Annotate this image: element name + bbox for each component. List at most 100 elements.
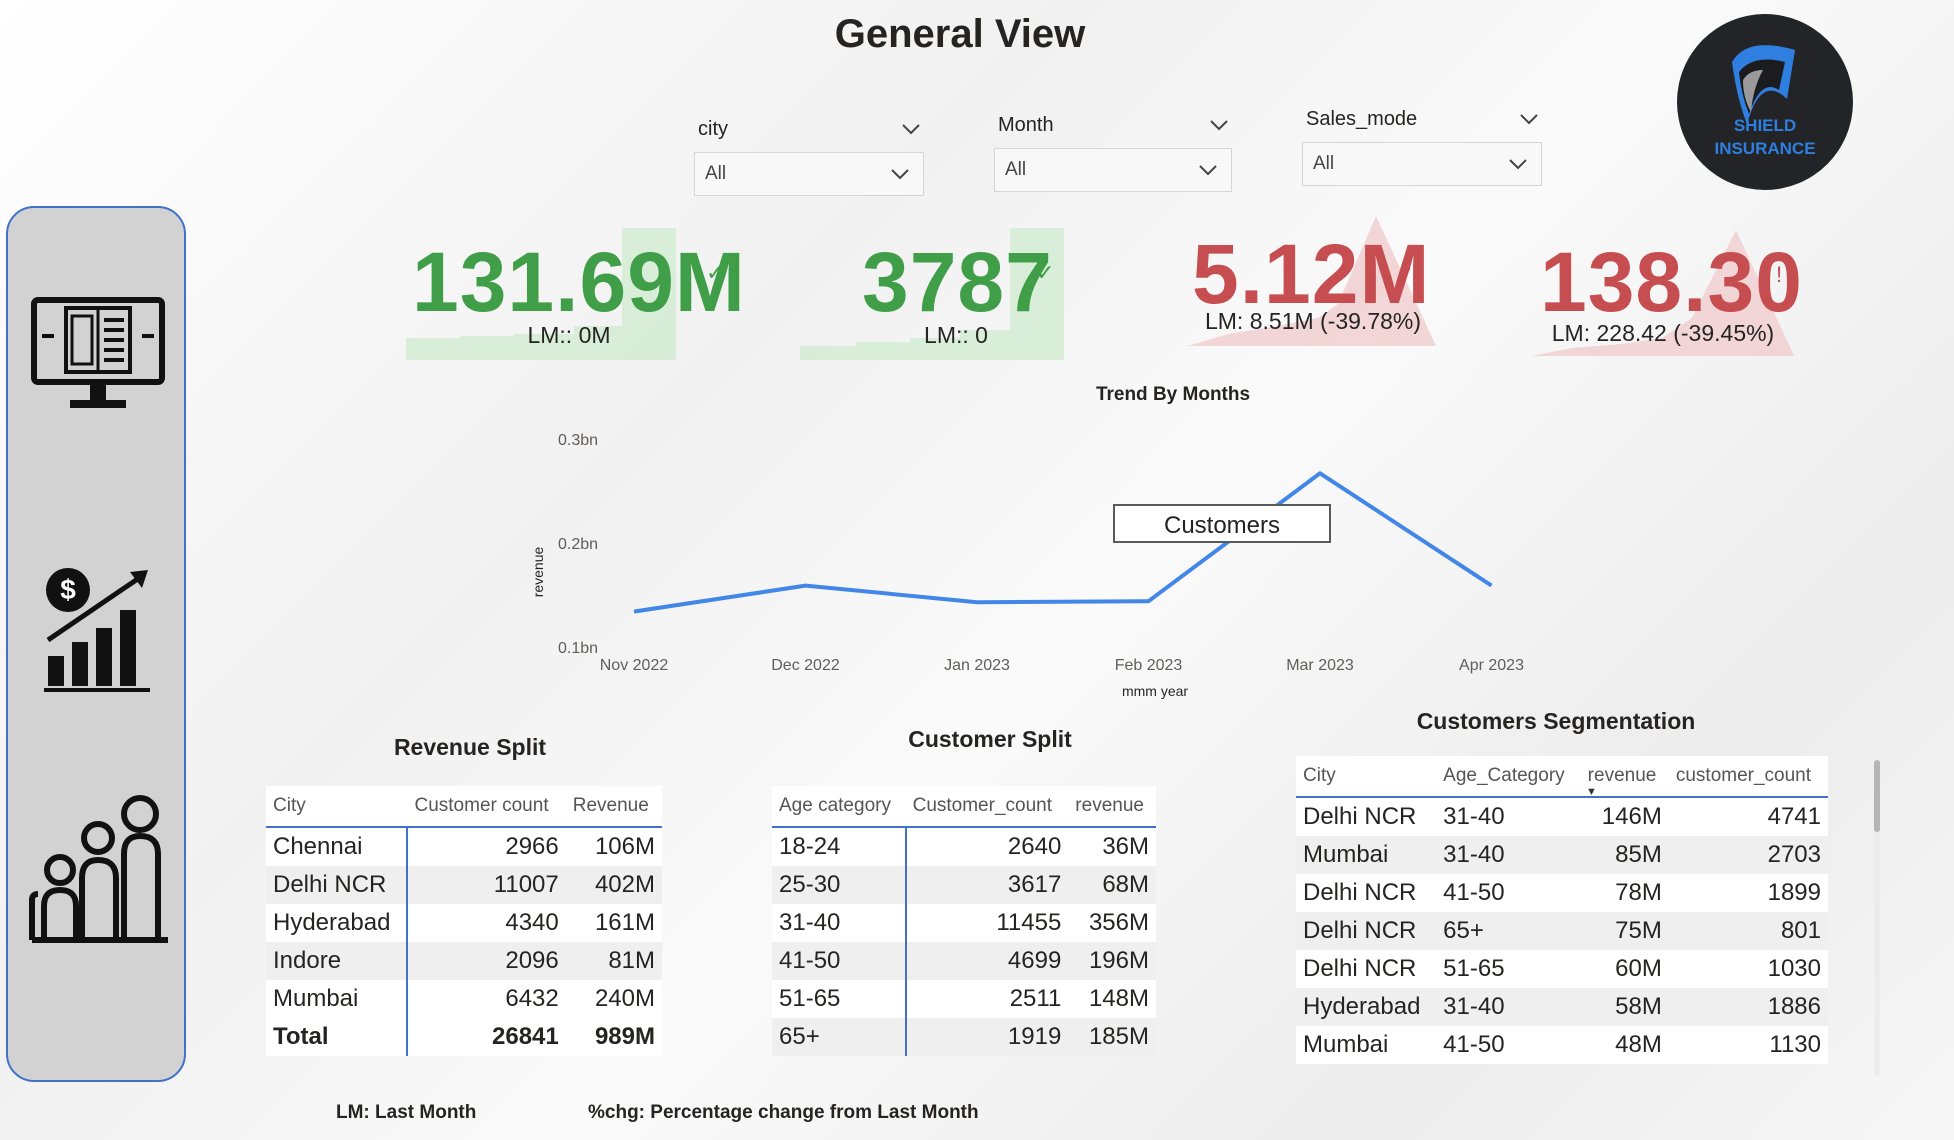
cell-customer-count: 11455 [905,904,1069,942]
table-row[interactable]: 65+ 1919 185M [772,1018,1156,1056]
cell-customer-count: 4699 [905,942,1069,980]
cell-age: 51-65 [772,980,907,1018]
table-row[interactable]: Mumbai 31-40 85M 2703 [1296,836,1828,874]
kpi-last-month: LM: 8.51M (-39.78%) [1204,308,1422,334]
table-row[interactable]: 41-50 4699 196M [772,942,1156,980]
column-header[interactable]: customer_count [1668,756,1828,798]
cell-revenue: 85M [1580,836,1669,874]
kpi-card-revenue: 131.69M ✓ LM:: 0M [404,226,745,364]
table-row[interactable]: 18-24 2640 36M [772,827,1156,866]
city-slicer-label: city [698,118,728,140]
chevron-down-icon[interactable] [1507,153,1529,175]
monitor-report-icon[interactable] [30,296,166,414]
sales-mode-slicer[interactable]: Sales_mode All [1302,108,1542,188]
annotation-label: Customers [1164,512,1280,539]
cell-customer-count: 3617 [905,866,1069,904]
segmentation-title: Customers Segmentation [1416,708,1696,734]
cell-age-category: 65+ [1436,912,1581,950]
cell-revenue: 161M [565,904,662,942]
month-dropdown-value: All [1005,159,1027,180]
cell-age: 25-30 [772,866,907,904]
sales-mode-dropdown[interactable]: All [1302,142,1542,186]
table-row[interactable]: Mumbai 41-50 48M 1130 [1296,1026,1828,1064]
table-row[interactable]: Hyderabad 31-40 58M 1886 [1296,988,1828,1026]
city-dropdown[interactable]: All [694,152,924,196]
exclamation-icon: ! [1776,262,1783,287]
kpi-last-month: LM:: 0 [924,322,988,348]
column-header[interactable]: Age category [772,786,906,828]
chevron-down-icon[interactable] [900,118,922,140]
chevron-down-icon[interactable] [1208,114,1230,136]
cell-revenue: 106M [565,827,662,866]
month-slicer[interactable]: Month All [994,114,1232,194]
cell-customer-count: 2640 [905,827,1069,866]
column-header[interactable]: City [266,786,408,828]
cell-city: Chennai [266,827,409,866]
table-row[interactable]: Delhi NCR 41-50 78M 1899 [1296,874,1828,912]
kpi-card-avg: 138.30 ! LM: 228.42 (-39.45%) [1532,228,1802,358]
y-axis-title: revenue [530,546,546,597]
column-header[interactable]: City [1296,756,1437,798]
series-line [633,471,1493,614]
chevron-down-icon[interactable] [889,163,911,185]
cell-age-category: 41-50 [1436,874,1581,912]
y-tick-label: 0.2bn [558,536,598,553]
cell-age-category: 31-40 [1436,988,1581,1026]
cell-age: 18-24 [772,827,907,866]
sidebar-nav: $ [6,206,186,1082]
column-header[interactable]: Age_Category [1436,756,1581,798]
column-header[interactable]: Revenue [565,786,662,828]
table-row[interactable]: Delhi NCR 11007 402M [266,866,662,904]
trend-line-chart[interactable]: revenue mmm year 0.1bn 0.2bn 0.3bn Nov 202… [520,420,1750,710]
cell-revenue: 146M [1580,797,1669,836]
cell-total-label: Total [266,1018,409,1056]
cell-city: Mumbai [266,980,409,1018]
kpi-value: 5.12M [1192,227,1431,321]
column-header[interactable]: Customer_count [905,786,1069,828]
table-row[interactable]: Delhi NCR 65+ 75M 801 [1296,912,1828,950]
cell-city: Mumbai [1296,1026,1437,1064]
logo-line2: INSURANCE [1714,139,1816,158]
city-slicer[interactable]: city All [694,118,924,198]
scrollbar-thumb[interactable] [1874,760,1880,832]
table-row[interactable]: 51-65 2511 148M [772,980,1156,1018]
cell-customer-count: 2703 [1668,836,1828,874]
total-row: Total 26841 989M [266,1018,662,1056]
vertical-scrollbar[interactable] [1874,760,1880,1076]
table-row[interactable]: 25-30 3617 68M [772,866,1156,904]
cell-city: Mumbai [1296,836,1437,874]
revenue-split-table: City Customer count Revenue Chennai 2966… [266,786,662,1056]
cell-revenue: 81M [565,942,662,980]
table-row[interactable]: Chennai 2966 106M [266,827,662,866]
table-row[interactable]: 31-40 11455 356M [772,904,1156,942]
table-row[interactable]: Delhi NCR 51-65 60M 1030 [1296,950,1828,988]
kpi-last-month: LM:: 0M [527,322,611,348]
footer-lm-note: LM: Last Month [336,1102,477,1123]
column-header[interactable]: Customer count [407,786,566,828]
table-row[interactable]: Mumbai 6432 240M [266,980,662,1018]
sales-mode-dropdown-value: All [1313,153,1335,174]
cell-age: 41-50 [772,942,907,980]
table-row[interactable]: Hyderabad 4340 161M [266,904,662,942]
revenue-growth-icon[interactable]: $ [44,566,154,692]
column-header[interactable]: revenue [1068,786,1156,828]
svg-text:$: $ [60,574,76,605]
shield-icon [1732,45,1795,124]
logo-line1: SHIELD [1733,116,1797,135]
cell-customer-count: 1030 [1668,950,1828,988]
cell-revenue: 36M [1068,827,1156,866]
chevron-down-icon[interactable] [1197,159,1219,181]
month-dropdown[interactable]: All [994,148,1232,192]
cell-city: Delhi NCR [1296,950,1437,988]
table-row[interactable]: Delhi NCR 31-40 146M 4741 [1296,797,1828,836]
chevron-down-icon[interactable] [1518,108,1540,130]
sort-descending-icon[interactable]: ▼ [1586,786,1597,798]
segmentation-table: City Age_Category revenue customer_count… [1296,756,1828,1064]
cell-city: Delhi NCR [1296,797,1437,836]
family-icon[interactable] [24,794,174,944]
cell-revenue: 240M [565,980,662,1018]
table-row[interactable]: Indore 2096 81M [266,942,662,980]
customer-split-table: Age category Customer_count revenue 18-2… [772,786,1156,1056]
x-tick-label: Mar 2023 [1286,657,1354,674]
cell-customer-count: 801 [1668,912,1828,950]
